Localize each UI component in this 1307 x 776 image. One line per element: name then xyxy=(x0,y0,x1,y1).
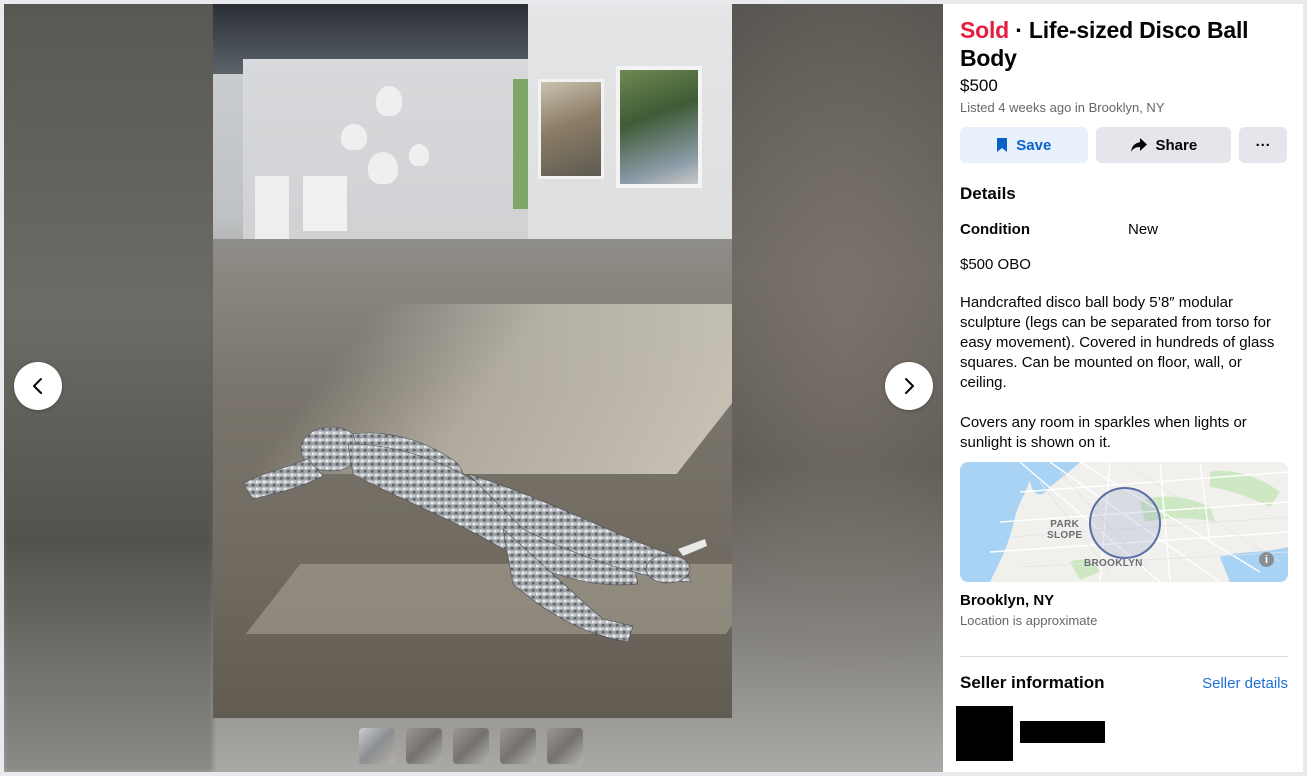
more-horizontal-icon: ··· xyxy=(1255,136,1271,154)
save-label: Save xyxy=(1016,136,1052,154)
media-viewer xyxy=(4,4,943,772)
listing-price: $500 xyxy=(960,76,998,95)
map-label-brooklyn: BROOKLYN xyxy=(1084,558,1143,569)
bookmark-icon xyxy=(997,138,1008,152)
details-heading: Details xyxy=(960,184,1016,203)
thumbnail[interactable] xyxy=(547,728,583,764)
listed-time-location: Listed 4 weeks ago in Brooklyn, NY xyxy=(960,100,1165,115)
previous-photo-button[interactable] xyxy=(14,362,62,410)
sold-badge: Sold xyxy=(960,17,1010,43)
thumbnail[interactable] xyxy=(406,728,442,764)
map-label-park-slope: PARK SLOPE xyxy=(1047,519,1083,541)
description-paragraph: Covers any room in sparkles when lights … xyxy=(960,414,1247,451)
thumbnail[interactable] xyxy=(453,728,489,764)
share-label: Share xyxy=(1155,136,1198,154)
disco-ball-body xyxy=(242,426,707,643)
seller-details-link[interactable]: Seller details xyxy=(1202,675,1288,692)
condition-row: Condition New xyxy=(960,221,1287,238)
action-bar: Save Share ··· xyxy=(960,127,1287,163)
condition-value: New xyxy=(1128,221,1159,238)
title-separator: · xyxy=(1009,17,1029,43)
location-map[interactable]: PARK SLOPE BROOKLYN i xyxy=(960,462,1288,582)
avatar[interactable] xyxy=(956,706,1013,761)
chevron-right-icon xyxy=(905,378,914,394)
description-paragraph: Handcrafted disco ball body 5’8″ modular… xyxy=(960,294,1275,391)
divider xyxy=(960,656,1288,657)
location-name: Brooklyn, NY xyxy=(960,592,1055,609)
approximate-location-circle xyxy=(1089,487,1161,559)
share-arrow-icon xyxy=(1130,138,1147,152)
listing-panel: Sold · Life-sized Disco Ball Body $500 L… xyxy=(943,4,1303,772)
listing-photo xyxy=(213,4,732,718)
save-button[interactable]: Save xyxy=(960,127,1088,163)
listing-description: Handcrafted disco ball body 5’8″ modular… xyxy=(960,293,1290,453)
next-photo-button[interactable] xyxy=(885,362,933,410)
chevron-left-icon xyxy=(33,378,42,394)
seller-header: Seller information Seller details xyxy=(960,673,1288,693)
thumbnail[interactable] xyxy=(359,728,395,764)
seller-info-heading: Seller information xyxy=(960,673,1105,692)
condition-label: Condition xyxy=(960,221,1030,238)
thumbnail[interactable] xyxy=(500,728,536,764)
info-icon[interactable]: i xyxy=(1259,552,1274,567)
thumbnail-strip xyxy=(359,728,583,764)
listing-title: Sold · Life-sized Disco Ball Body xyxy=(960,16,1287,72)
location-note: Location is approximate xyxy=(960,613,1098,628)
seller-name-redacted[interactable] xyxy=(1020,721,1105,743)
more-options-button[interactable]: ··· xyxy=(1239,127,1287,163)
price-note: $500 OBO xyxy=(960,256,1031,273)
share-button[interactable]: Share xyxy=(1095,127,1232,163)
